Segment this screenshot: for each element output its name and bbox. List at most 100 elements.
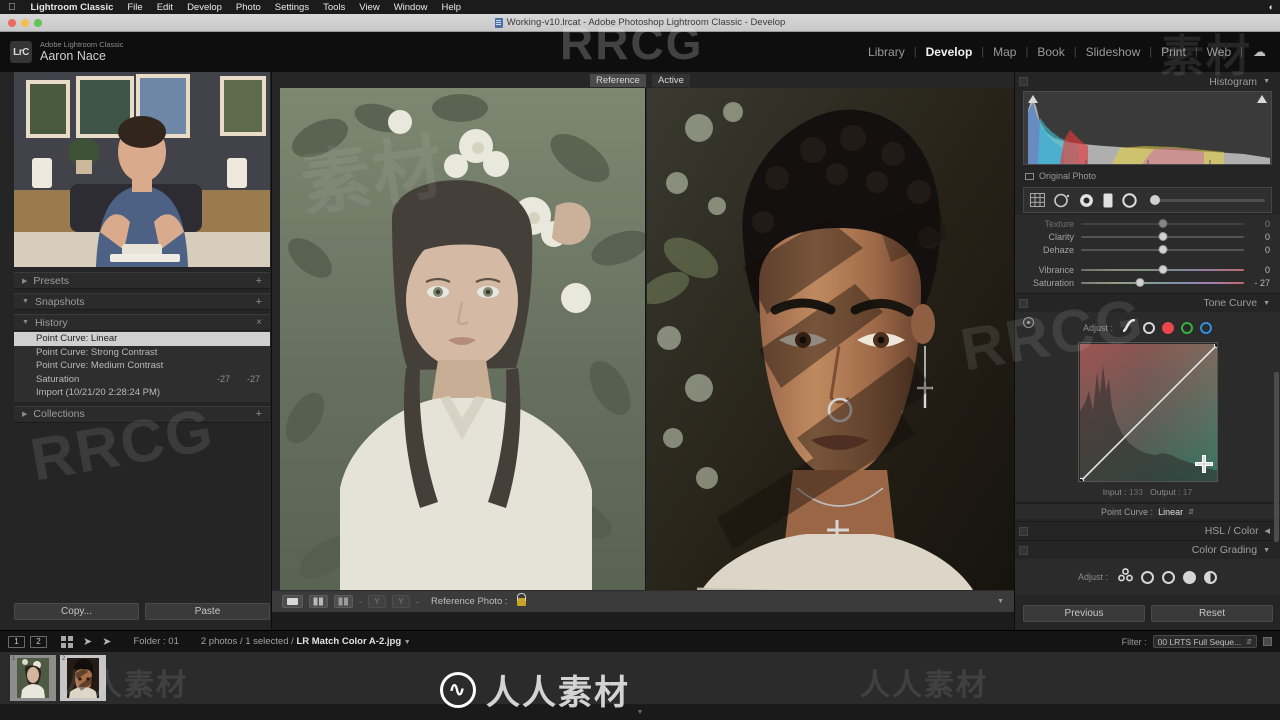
active-photo-pane[interactable] [647,88,1014,668]
point-curve-row[interactable]: Point Curve : Linear ⇵ [1015,503,1280,519]
filmstrip-thumb[interactable]: 1 [10,655,56,701]
red-eye-icon[interactable] [1079,193,1094,208]
filmstrip-thumb[interactable]: 2 [60,655,106,701]
green-channel-icon[interactable] [1181,322,1193,334]
arrow-left-icon[interactable]: ➤ [83,635,92,648]
chevron-down-icon[interactable]: ▼ [1263,547,1270,554]
reset-button[interactable]: Reset [1151,605,1273,622]
panel-header-color-grading[interactable]: Color Grading ▼ [1015,540,1280,559]
menu-item-view[interactable]: View [352,2,386,13]
previous-button[interactable]: Previous [1023,605,1145,622]
crop-tool-icon[interactable] [1030,193,1045,207]
identity-plate[interactable]: Adobe Lightroom Classic Aaron Nace [40,40,123,64]
history-item[interactable]: Import (10/21/20 2:28:24 PM) [14,386,270,400]
chevron-updown-icon[interactable]: ⇵ [1188,508,1194,516]
panel-header-collections[interactable]: ▶ Collections + [14,405,270,423]
slider-dehaze[interactable]: Dehaze 0 [1015,243,1280,256]
chevron-down-icon[interactable]: ▼ [997,598,1004,605]
panel-header-tone-curve[interactable]: Tone Curve ▼ [1015,293,1280,312]
slider-track[interactable] [1081,244,1244,254]
global-wheel-icon[interactable] [1204,570,1217,584]
adjustment-brush-slider[interactable] [1150,195,1265,205]
after-view-icon[interactable]: Y [392,595,410,608]
slider-track[interactable] [1081,264,1244,274]
slider-knob[interactable] [1135,277,1145,287]
chevron-down-icon[interactable]: ▼ [637,709,644,716]
clear-history-button[interactable]: × [256,317,262,328]
original-photo-toggle[interactable]: Original Photo [1015,165,1280,186]
right-panel-scrollbar[interactable] [1274,372,1279,542]
filter-dropdown[interactable]: 00 LRTS Full Seque... ⇵ [1152,635,1257,648]
history-item[interactable]: Point Curve: Strong Contrast [14,346,270,360]
module-map[interactable]: Map [984,45,1025,59]
lock-icon[interactable] [516,592,526,606]
menu-item-photo[interactable]: Photo [229,2,268,13]
selected-filename[interactable]: LR Match Color A-2.jpg [296,636,401,647]
module-slideshow[interactable]: Slideshow [1077,45,1150,59]
spot-removal-icon[interactable] [1054,193,1070,208]
history-item[interactable]: Point Curve: Linear [14,332,270,346]
module-web[interactable]: Web [1198,45,1240,59]
panel-switch-icon[interactable] [1019,545,1028,555]
point-curve-icon[interactable] [1143,322,1155,334]
module-library[interactable]: Library [859,45,914,59]
filmstrip-footer[interactable]: ▼ [0,704,1280,720]
before-view-icon[interactable]: Y [368,595,386,608]
panel-header-snapshots[interactable]: ▼ Snapshots + [14,293,270,310]
3-way-grading-icon[interactable] [1118,567,1133,587]
panel-header-history[interactable]: ▼ History × [14,314,270,331]
navigator-preview[interactable] [14,72,270,267]
midtones-wheel-icon[interactable] [1162,570,1175,584]
chevron-down-icon[interactable]: ▼ [404,639,411,646]
target-adjustment-icon[interactable] [1023,317,1034,328]
display-2-button[interactable]: 2 [30,635,47,648]
add-preset-button[interactable]: + [256,275,262,287]
panel-switch-icon[interactable] [1019,526,1028,536]
parametric-curve-icon[interactable] [1122,318,1136,337]
add-collection-button[interactable]: + [256,408,262,420]
history-item[interactable]: Saturation -27 -27 [14,373,270,387]
paste-button[interactable]: Paste [145,603,270,620]
tone-curve-graph[interactable] [1077,342,1218,482]
copy-button[interactable]: Copy... [14,603,139,620]
menu-item-tools[interactable]: Tools [316,2,352,13]
reference-split-icon[interactable] [334,595,353,608]
arrow-right-icon[interactable]: ➤ [102,635,111,648]
chevron-left-icon[interactable]: ◀ [1265,527,1270,535]
lrc-logo-icon[interactable]: LrC [10,41,32,63]
panel-header-histogram[interactable]: Histogram ▼ [1015,72,1280,91]
blue-channel-icon[interactable] [1200,322,1212,334]
add-snapshot-button[interactable]: + [256,296,262,308]
brush-size-knob[interactable] [1150,195,1160,205]
red-channel-icon[interactable] [1162,322,1174,334]
panel-header-presets[interactable]: ▶ Presets + [14,272,270,289]
menu-item-edit[interactable]: Edit [150,2,180,13]
siri-icon[interactable]: ◐ [1269,2,1274,12]
module-book[interactable]: Book [1028,45,1073,59]
menu-item-help[interactable]: Help [434,2,468,13]
menu-item-settings[interactable]: Settings [268,2,316,13]
module-print[interactable]: Print [1152,45,1195,59]
menu-item-develop[interactable]: Develop [180,2,229,13]
shadows-wheel-icon[interactable] [1141,570,1154,584]
module-develop[interactable]: Develop [917,45,982,59]
folder-label[interactable]: Folder : 01 [133,636,178,647]
slider-saturation[interactable]: Saturation - 27 [1015,276,1280,289]
reference-compare-icon[interactable] [309,595,328,608]
slider-knob[interactable] [1158,218,1167,228]
graduated-filter-icon[interactable] [1103,193,1113,208]
radial-filter-icon[interactable] [1122,192,1137,208]
slider-track[interactable] [1081,277,1244,287]
slider-texture[interactable]: Texture 0 [1015,217,1280,230]
slider-knob[interactable] [1158,244,1167,254]
slider-track[interactable] [1081,231,1244,241]
panel-switch-icon[interactable] [1019,298,1028,308]
apple-icon[interactable]:  [8,2,16,13]
filter-toggle-icon[interactable] [1263,637,1272,646]
chevron-down-icon[interactable]: ▼ [1263,300,1270,307]
checkbox-icon[interactable] [1025,172,1034,180]
slider-clarity[interactable]: Clarity 0 [1015,230,1280,243]
histogram[interactable] [1023,91,1272,165]
panel-switch-icon[interactable] [1019,77,1028,86]
chevron-down-icon[interactable]: ▼ [1263,78,1270,85]
